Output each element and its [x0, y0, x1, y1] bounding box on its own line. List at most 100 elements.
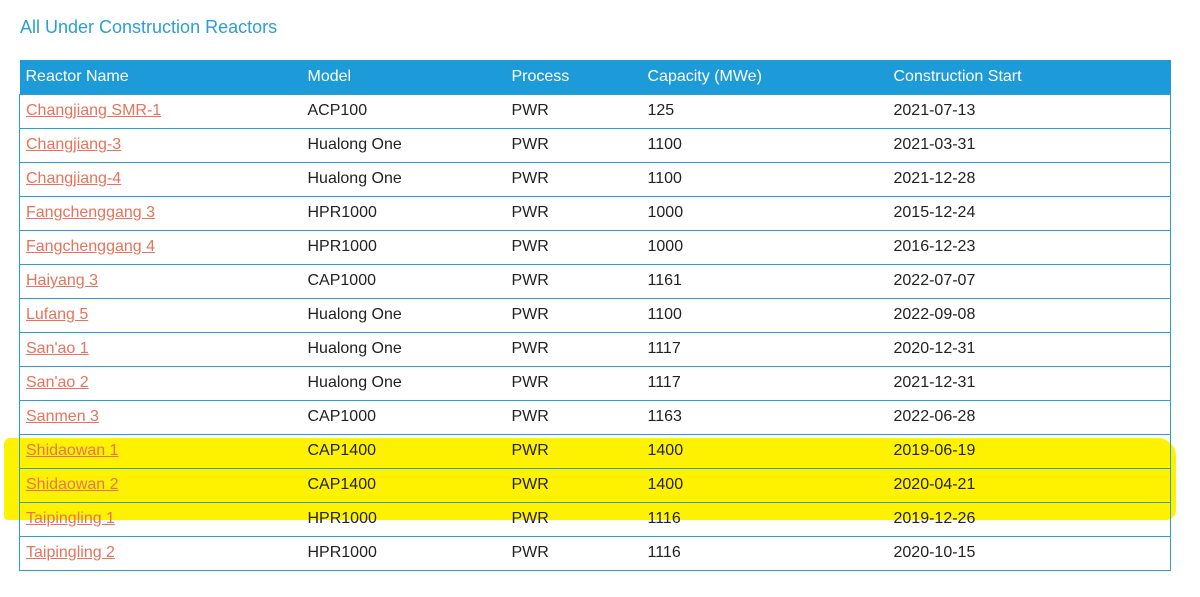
cell-capacity: 1400 — [641, 467, 888, 503]
reactor-name-link[interactable]: Taipingling 1 — [26, 510, 115, 527]
cell-capacity: 1163 — [641, 399, 888, 435]
cell-construction-start: 2019-12-26 — [887, 501, 1171, 537]
table-body: Changjiang SMR-1 ACP100 PWR 125 2021-07-13 Ch… — [19, 93, 1171, 571]
cell-reactor-name: Sanmen 3 — [19, 399, 302, 435]
cell-reactor-name: Shidaowan 2 — [19, 467, 302, 503]
reactor-name-link[interactable]: Sanmen 3 — [26, 408, 99, 425]
cell-capacity: 1116 — [641, 501, 888, 537]
reactor-name-link[interactable]: San'ao 1 — [26, 340, 89, 357]
cell-process: PWR — [505, 161, 642, 197]
cell-process: PWR — [505, 195, 642, 231]
table-row: Changjiang-3 Hualong One PWR 1100 2021-03-31 — [19, 127, 1171, 163]
cell-capacity: 1161 — [641, 263, 888, 299]
cell-reactor-name: Changjiang-4 — [19, 161, 302, 197]
table-row: San'ao 1 Hualong One PWR 1117 2020-12-31 — [19, 331, 1171, 367]
cell-model: Hualong One — [301, 127, 506, 163]
cell-model: HPR1000 — [301, 195, 506, 231]
cell-construction-start: 2022-07-07 — [887, 263, 1171, 299]
cell-model: HPR1000 — [301, 535, 506, 571]
table-row: Haiyang 3 CAP1000 PWR 1161 2022-07-07 — [19, 263, 1171, 299]
column-header-reactor-name[interactable]: Reactor Name — [20, 60, 302, 94]
cell-capacity: 1100 — [641, 297, 888, 333]
column-header-process[interactable]: Process — [506, 60, 642, 94]
column-header-model[interactable]: Model — [302, 60, 506, 94]
cell-capacity: 1000 — [641, 229, 888, 265]
cell-model: CAP1400 — [301, 467, 506, 503]
table-row: Shidaowan 2 CAP1400 PWR 1400 2020-04-21 — [19, 467, 1171, 503]
cell-reactor-name: Shidaowan 1 — [19, 433, 302, 469]
cell-model: Hualong One — [301, 331, 506, 367]
table-row: Fangchenggang 3 HPR1000 PWR 1000 2015-12-24 — [19, 195, 1171, 231]
cell-construction-start: 2019-06-19 — [887, 433, 1171, 469]
cell-process: PWR — [505, 297, 642, 333]
cell-model: CAP1400 — [301, 433, 506, 469]
cell-construction-start: 2020-10-15 — [887, 535, 1171, 571]
reactors-table-container: Reactor Name Model Process Capacity (MWe… — [19, 60, 1171, 571]
cell-construction-start: 2021-12-28 — [887, 161, 1171, 197]
table-row: Taipingling 2 HPR1000 PWR 1116 2020-10-15 — [19, 535, 1171, 571]
cell-process: PWR — [505, 501, 642, 537]
reactor-name-link[interactable]: San'ao 2 — [26, 374, 89, 391]
cell-process: PWR — [505, 127, 642, 163]
cell-model: CAP1000 — [301, 263, 506, 299]
column-header-capacity[interactable]: Capacity (MWe) — [642, 60, 888, 94]
cell-process: PWR — [505, 229, 642, 265]
cell-process: PWR — [505, 365, 642, 401]
column-header-construction-start[interactable]: Construction Start — [888, 60, 1171, 94]
page-title: All Under Construction Reactors — [20, 17, 278, 37]
cell-capacity: 1400 — [641, 433, 888, 469]
cell-model: HPR1000 — [301, 501, 506, 537]
cell-process: PWR — [505, 467, 642, 503]
cell-reactor-name: Fangchenggang 4 — [19, 229, 302, 265]
cell-construction-start: 2022-06-28 — [887, 399, 1171, 435]
cell-process: PWR — [505, 263, 642, 299]
reactor-name-link[interactable]: Lufang 5 — [26, 306, 88, 323]
table-row: Changjiang-4 Hualong One PWR 1100 2021-12-28 — [19, 161, 1171, 197]
table-row: Fangchenggang 4 HPR1000 PWR 1000 2016-12-23 — [19, 229, 1171, 265]
cell-model: Hualong One — [301, 161, 506, 197]
cell-model: HPR1000 — [301, 229, 506, 265]
cell-process: PWR — [505, 433, 642, 469]
reactor-name-link[interactable]: Shidaowan 1 — [26, 442, 119, 459]
cell-construction-start: 2015-12-24 — [887, 195, 1171, 231]
cell-model: CAP1000 — [301, 399, 506, 435]
table-row: Lufang 5 Hualong One PWR 1100 2022-09-08 — [19, 297, 1171, 333]
cell-construction-start: 2021-12-31 — [887, 365, 1171, 401]
cell-construction-start: 2016-12-23 — [887, 229, 1171, 265]
cell-construction-start: 2020-04-21 — [887, 467, 1171, 503]
table-header-row: Reactor Name Model Process Capacity (MWe… — [19, 60, 1171, 94]
cell-process: PWR — [505, 399, 642, 435]
cell-reactor-name: Taipingling 1 — [19, 501, 302, 537]
table-row: Taipingling 1 HPR1000 PWR 1116 2019-12-26 — [19, 501, 1171, 537]
table-row: Sanmen 3 CAP1000 PWR 1163 2022-06-28 — [19, 399, 1171, 435]
cell-capacity: 1000 — [641, 195, 888, 231]
reactor-name-link[interactable]: Fangchenggang 3 — [26, 204, 155, 221]
cell-process: PWR — [505, 331, 642, 367]
cell-construction-start: 2021-07-13 — [887, 93, 1171, 129]
cell-reactor-name: Fangchenggang 3 — [19, 195, 302, 231]
cell-construction-start: 2022-09-08 — [887, 297, 1171, 333]
cell-reactor-name: Lufang 5 — [19, 297, 302, 333]
cell-model: Hualong One — [301, 365, 506, 401]
cell-process: PWR — [505, 535, 642, 571]
cell-reactor-name: Changjiang-3 — [19, 127, 302, 163]
cell-model: Hualong One — [301, 297, 506, 333]
reactor-name-link[interactable]: Haiyang 3 — [26, 272, 98, 289]
cell-reactor-name: Haiyang 3 — [19, 263, 302, 299]
reactor-name-link[interactable]: Changjiang-4 — [26, 170, 121, 187]
reactor-name-link[interactable]: Shidaowan 2 — [26, 476, 119, 493]
cell-capacity: 1117 — [641, 365, 888, 401]
reactor-name-link[interactable]: Taipingling 2 — [26, 544, 115, 561]
cell-capacity: 125 — [641, 93, 888, 129]
cell-reactor-name: Taipingling 2 — [19, 535, 302, 571]
reactors-table: Reactor Name Model Process Capacity (MWe… — [19, 60, 1171, 571]
reactor-name-link[interactable]: Fangchenggang 4 — [26, 238, 155, 255]
cell-capacity: 1117 — [641, 331, 888, 367]
table-row: San'ao 2 Hualong One PWR 1117 2021-12-31 — [19, 365, 1171, 401]
reactor-name-link[interactable]: Changjiang SMR-1 — [26, 102, 161, 119]
cell-reactor-name: Changjiang SMR-1 — [19, 93, 302, 129]
reactor-name-link[interactable]: Changjiang-3 — [26, 136, 121, 153]
cell-model: ACP100 — [301, 93, 506, 129]
cell-construction-start: 2020-12-31 — [887, 331, 1171, 367]
table-row: Shidaowan 1 CAP1400 PWR 1400 2019-06-19 — [19, 433, 1171, 469]
